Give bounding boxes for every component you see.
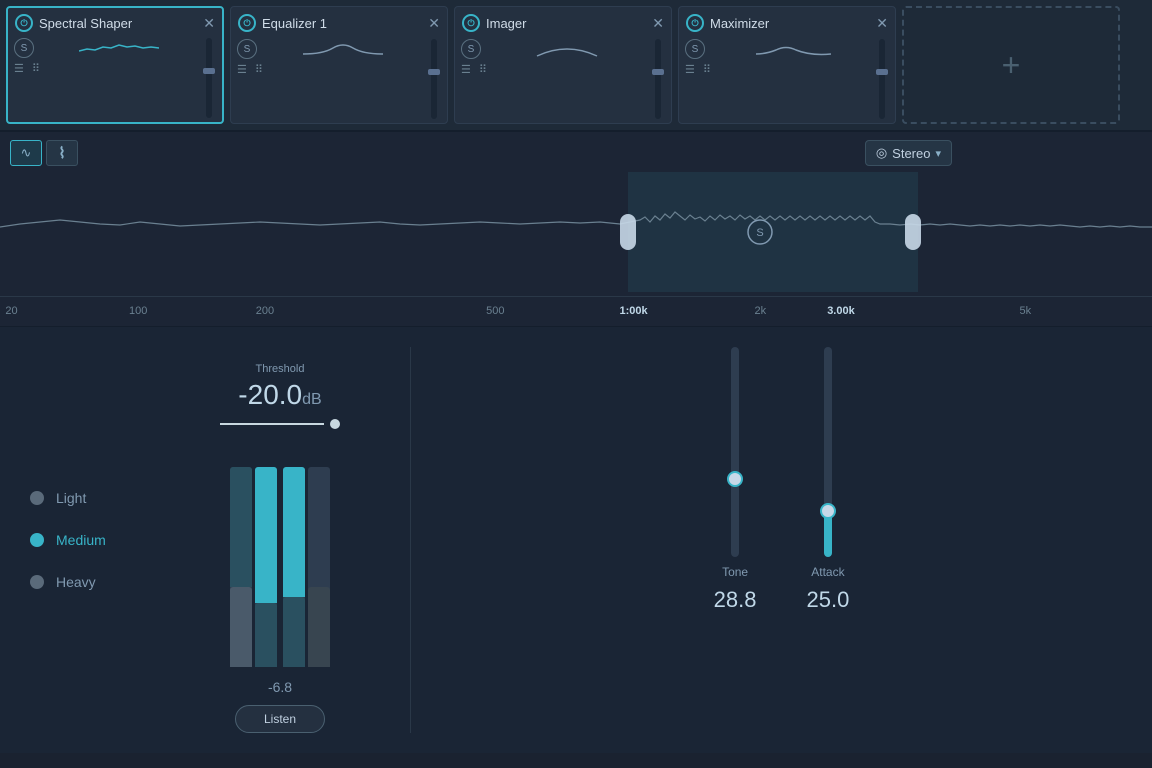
menu-icon-imager[interactable]: ☰ xyxy=(461,63,471,76)
legend-label-heavy: Heavy xyxy=(56,574,96,590)
plugin-name-imager: Imager xyxy=(486,16,526,31)
freq-label-5k: 5k xyxy=(1019,305,1031,317)
plugin-slot-spectral-shaper[interactable]: ⏻ Spectral Shaper ✕ S ☰ ⠿ xyxy=(6,6,224,124)
filter-icon: ⌇ xyxy=(58,144,65,162)
power-button-maximizer[interactable]: ⏻ xyxy=(686,14,704,32)
plugin-chain: ⏻ Spectral Shaper ✕ S ☰ ⠿ xyxy=(0,0,1152,132)
freq-label-20: 20 xyxy=(5,305,17,317)
analyzer-section: ∿ ⌇ ◎ Stereo ▾ S 20 100 200 500 1:00k 2k… xyxy=(0,132,1152,327)
plugin-name-equalizer-1: Equalizer 1 xyxy=(262,16,327,31)
s-button-equalizer-1[interactable]: S xyxy=(237,39,257,59)
controls-section: Light Medium Heavy Threshold -20.0dB xyxy=(0,327,1152,753)
menu-icon-equalizer-1[interactable]: ☰ xyxy=(237,63,247,76)
freq-label-2k: 2k xyxy=(755,305,767,317)
threshold-label: Threshold xyxy=(256,363,305,375)
legend-label-light: Light xyxy=(56,490,86,506)
attack-slider-group: Attack 25.0 xyxy=(807,347,850,613)
legend-item-medium[interactable]: Medium xyxy=(30,532,150,548)
sliders-panel: Tone 28.8 Attack 25.0 xyxy=(441,347,1122,733)
meter-bar-r1 xyxy=(283,467,305,667)
plugin-slot-maximizer[interactable]: ⏻ Maximizer ✕ S ☰ ⠿ xyxy=(678,6,896,124)
analyzer-toolbar: ∿ ⌇ xyxy=(0,132,88,166)
fader-imager[interactable] xyxy=(651,39,665,119)
menu-icon-spectral-shaper[interactable]: ☰ xyxy=(14,62,24,75)
spectral-waveform: S xyxy=(0,172,1152,292)
tone-value: 28.8 xyxy=(714,587,757,613)
legend-label-medium: Medium xyxy=(56,532,106,548)
legend-item-heavy[interactable]: Heavy xyxy=(30,574,150,590)
listen-button[interactable]: Listen xyxy=(235,705,325,733)
divider xyxy=(410,347,411,733)
attack-slider[interactable] xyxy=(824,347,832,557)
freq-label-500: 500 xyxy=(486,305,504,317)
s-button-spectral-shaper[interactable]: S xyxy=(14,38,34,58)
plugin-name-maximizer: Maximizer xyxy=(710,16,769,31)
threshold-indicator xyxy=(330,419,340,429)
tone-slider-group: Tone 28.8 xyxy=(714,347,757,613)
attack-label: Attack xyxy=(811,565,844,579)
analyzer-btn-filter[interactable]: ⌇ xyxy=(46,140,78,166)
plugin-slot-imager[interactable]: ⏻ Imager ✕ S ☰ ⠿ xyxy=(454,6,672,124)
stereo-label: Stereo xyxy=(892,146,930,161)
legend-panel: Light Medium Heavy xyxy=(30,347,150,733)
threshold-unit: dB xyxy=(302,391,322,408)
attack-value: 25.0 xyxy=(807,587,850,613)
fader-maximizer[interactable] xyxy=(875,39,889,119)
meter-bar-r2 xyxy=(308,467,330,667)
analyzer-btn-waveform[interactable]: ∿ xyxy=(10,140,42,166)
legend-dot-heavy xyxy=(30,575,44,589)
s-button-imager[interactable]: S xyxy=(461,39,481,59)
legend-item-light[interactable]: Light xyxy=(30,490,150,506)
meter-value-label: -6.8 xyxy=(268,679,292,695)
meter-bars xyxy=(230,447,330,667)
vu-meter-panel: Threshold -20.0dB xyxy=(180,347,380,733)
threshold-value: -20.0 xyxy=(238,379,302,410)
close-button-spectral-shaper[interactable]: ✕ xyxy=(203,15,215,32)
power-button-equalizer-1[interactable]: ⏻ xyxy=(238,14,256,32)
svg-text:S: S xyxy=(756,227,763,239)
freq-ruler: 20 100 200 500 1:00k 2k 3.00k 5k xyxy=(0,296,1152,326)
fader-spectral-shaper[interactable] xyxy=(202,38,216,118)
dots-icon-imager[interactable]: ⠿ xyxy=(479,63,487,76)
freq-label-1k: 1:00k xyxy=(620,305,648,317)
close-button-equalizer-1[interactable]: ✕ xyxy=(428,15,440,32)
meter-bar-l2 xyxy=(255,467,277,667)
mini-viz-maximizer xyxy=(710,39,871,59)
menu-icon-maximizer[interactable]: ☰ xyxy=(685,63,695,76)
close-button-maximizer[interactable]: ✕ xyxy=(876,15,888,32)
chevron-down-icon: ▾ xyxy=(935,147,941,160)
legend-dot-light xyxy=(30,491,44,505)
mini-viz-imager xyxy=(486,39,647,59)
stereo-icon: ◎ xyxy=(876,145,887,161)
tone-slider-thumb[interactable] xyxy=(727,471,743,487)
dots-icon-spectral-shaper[interactable]: ⠿ xyxy=(32,62,40,75)
attack-slider-thumb[interactable] xyxy=(820,503,836,519)
plugin-name-spectral-shaper: Spectral Shaper xyxy=(39,16,132,31)
freq-label-3k: 3.00k xyxy=(827,305,855,317)
legend-dot-medium xyxy=(30,533,44,547)
tone-slider[interactable] xyxy=(731,347,739,557)
freq-label-200: 200 xyxy=(256,305,274,317)
mini-viz-spectral-shaper xyxy=(39,38,198,58)
freq-label-100: 100 xyxy=(129,305,147,317)
plugin-slot-equalizer-1[interactable]: ⏻ Equalizer 1 ✕ S ☰ ⠿ xyxy=(230,6,448,124)
stereo-selector[interactable]: ◎ Stereo ▾ xyxy=(865,140,952,166)
add-plugin-icon: + xyxy=(1002,47,1021,84)
power-button-spectral-shaper[interactable]: ⏻ xyxy=(15,14,33,32)
mini-viz-equalizer-1 xyxy=(262,39,423,59)
dots-icon-maximizer[interactable]: ⠿ xyxy=(703,63,711,76)
close-button-imager[interactable]: ✕ xyxy=(652,15,664,32)
s-button-maximizer[interactable]: S xyxy=(685,39,705,59)
add-plugin-slot[interactable]: + xyxy=(902,6,1120,124)
power-button-imager[interactable]: ⏻ xyxy=(462,14,480,32)
fader-equalizer-1[interactable] xyxy=(427,39,441,119)
tone-label: Tone xyxy=(722,565,748,579)
waveform-icon: ∿ xyxy=(21,145,32,161)
dots-icon-equalizer-1[interactable]: ⠿ xyxy=(255,63,263,76)
meter-bar-l1 xyxy=(230,467,252,667)
